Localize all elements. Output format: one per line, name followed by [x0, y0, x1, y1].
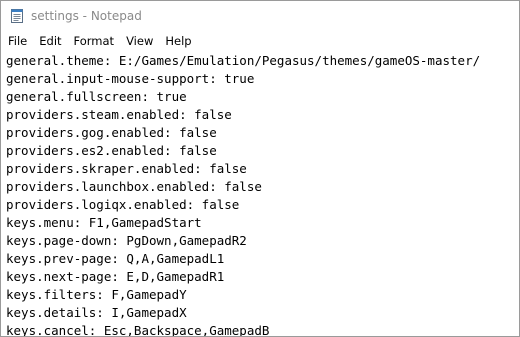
text-line[interactable]: keys.details: I,GamepadX — [6, 304, 187, 322]
menu-edit[interactable]: Edit — [33, 31, 67, 51]
menu-bar: File Edit Format View Help — [1, 31, 519, 51]
menu-help[interactable]: Help — [159, 31, 197, 51]
text-line[interactable]: keys.next-page: E,D,GamepadR1 — [6, 268, 224, 286]
text-line[interactable]: general.theme: E:/Games/Emulation/Pegasu… — [6, 52, 480, 70]
window-title: settings - Notepad — [31, 9, 142, 23]
menu-format[interactable]: Format — [68, 31, 121, 51]
text-line[interactable]: keys.menu: F1,GamepadStart — [6, 214, 202, 232]
text-line[interactable]: general.input-mouse-support: true — [6, 70, 254, 88]
text-line[interactable]: providers.steam.enabled: false — [6, 106, 232, 124]
text-line[interactable]: general.fullscreen: true — [6, 88, 187, 106]
text-editor-area[interactable]: general.theme: E:/Games/Emulation/Pegasu… — [1, 52, 519, 336]
title-bar[interactable]: settings - Notepad — [1, 1, 519, 31]
notepad-window: settings - Notepad File Edit Format View… — [0, 0, 520, 337]
menu-view[interactable]: View — [120, 31, 159, 51]
notepad-icon — [9, 8, 25, 24]
text-line[interactable]: providers.gog.enabled: false — [6, 124, 217, 142]
text-line[interactable]: keys.prev-page: Q,A,GamepadL1 — [6, 250, 224, 268]
text-line[interactable]: providers.es2.enabled: false — [6, 142, 217, 160]
text-line[interactable]: providers.skraper.enabled: false — [6, 160, 247, 178]
menu-file[interactable]: File — [1, 31, 33, 51]
text-line[interactable]: keys.cancel: Esc,Backspace,GamepadB — [6, 322, 269, 336]
text-line[interactable]: keys.filters: F,GamepadY — [6, 286, 187, 304]
text-line[interactable]: keys.page-down: PgDown,GamepadR2 — [6, 232, 247, 250]
text-line[interactable]: providers.logiqx.enabled: false — [6, 196, 239, 214]
text-line[interactable]: providers.launchbox.enabled: false — [6, 178, 262, 196]
